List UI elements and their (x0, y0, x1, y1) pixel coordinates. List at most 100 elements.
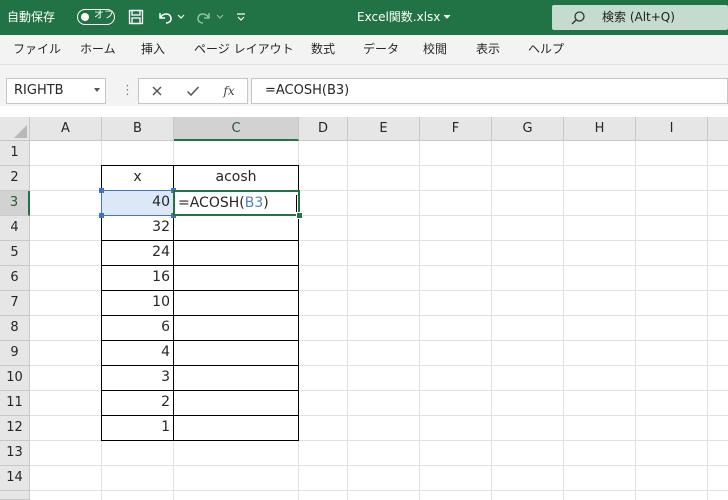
row-header-11[interactable]: 11 (0, 391, 30, 416)
row-header-6[interactable]: 6 (0, 266, 30, 291)
cell-c6[interactable] (173, 265, 299, 291)
cell-c10[interactable] (173, 365, 299, 391)
save-icon[interactable] (126, 7, 146, 27)
column-header-a[interactable]: A (30, 117, 102, 141)
formula-closing-part: ) (263, 195, 269, 211)
column-header-overflow[interactable] (708, 117, 728, 141)
gridline (491, 141, 492, 500)
document-title: Excel関数.xlsx (357, 10, 441, 24)
tab-formulas[interactable]: 数式 (311, 35, 335, 64)
row-header-4[interactable]: 4 (0, 216, 30, 241)
column-header-f[interactable]: F (420, 117, 492, 141)
title-dropdown-icon[interactable] (441, 7, 453, 27)
formula-text: =ACOSH(B3) (265, 83, 350, 98)
redo-icon[interactable] (194, 7, 214, 27)
undo-icon[interactable] (155, 7, 175, 27)
cell-b5[interactable]: 24 (101, 240, 174, 266)
cell-c4[interactable] (173, 215, 299, 241)
tab-view[interactable]: 表示 (476, 35, 500, 64)
gridline (707, 141, 708, 500)
row-header-13[interactable]: 13 (0, 441, 30, 466)
autosave-state: オフ (94, 10, 114, 21)
title-bar: 自動保存 オフ Excel関数.xlsx 検索 (Alt+Q) (0, 0, 728, 35)
gridline (419, 141, 420, 500)
cell-b6[interactable]: 16 (101, 265, 174, 291)
cell-b12[interactable]: 1 (101, 415, 174, 441)
search-placeholder: 検索 (Alt+Q) (602, 10, 675, 24)
autosave-toggle[interactable]: オフ (77, 9, 115, 25)
column-header-d[interactable]: D (299, 117, 348, 141)
tab-page-layout[interactable]: ページ レイアウト (194, 35, 294, 64)
formula-bar: RIGHTB ⋮ fx =ACOSH(B3) (0, 76, 728, 106)
cell-b8[interactable]: 6 (101, 315, 174, 341)
row-header-2[interactable]: 2 (0, 166, 30, 191)
row-header-9[interactable]: 9 (0, 341, 30, 366)
gridline (563, 141, 564, 500)
ribbon-tabs: ファイル ホーム 挿入 ページ レイアウト 数式 データ 校閲 表示 ヘルプ (0, 35, 728, 65)
gridline (635, 141, 636, 500)
column-header-h[interactable]: H (564, 117, 636, 141)
reference-handle[interactable] (99, 213, 104, 218)
name-box[interactable]: RIGHTB (6, 78, 106, 104)
row-header-5[interactable]: 5 (0, 241, 30, 266)
select-all-icon (14, 125, 27, 138)
cell-c12[interactable] (173, 415, 299, 441)
search-box[interactable]: 検索 (Alt+Q) (552, 5, 728, 30)
undo-dropdown-icon[interactable] (175, 7, 187, 27)
cell-b9[interactable]: 4 (101, 340, 174, 366)
name-box-dropdown-icon[interactable] (94, 88, 100, 92)
row-header-7[interactable]: 7 (0, 291, 30, 316)
search-icon (570, 10, 586, 26)
tab-insert[interactable]: 挿入 (141, 35, 165, 64)
cell-b10[interactable]: 3 (101, 365, 174, 391)
customize-toolbar-icon[interactable] (233, 7, 249, 27)
gridline (30, 490, 728, 491)
name-box-value: RIGHTB (14, 83, 64, 98)
row-header-3[interactable]: 3 (0, 191, 30, 216)
cell-c3-formula[interactable]: =ACOSH(B3) (178, 192, 269, 214)
column-header-b[interactable]: B (102, 117, 174, 141)
row-header-overflow[interactable] (0, 491, 30, 500)
cell-b4[interactable]: 32 (101, 215, 174, 241)
row-header-1[interactable]: 1 (0, 141, 30, 166)
fill-handle[interactable] (296, 212, 303, 219)
cell-c9[interactable] (173, 340, 299, 366)
cell-b2[interactable]: x (101, 165, 174, 191)
cell-c7[interactable] (173, 290, 299, 316)
formula-input[interactable]: =ACOSH(B3) (251, 78, 728, 104)
worksheet[interactable]: A B C D E F G H I 1 2 3 4 5 6 7 8 9 10 1… (0, 117, 728, 500)
row-header-12[interactable]: 12 (0, 416, 30, 441)
redo-dropdown-icon[interactable] (214, 7, 226, 27)
column-header-c[interactable]: C (174, 117, 299, 141)
cell-c8[interactable] (173, 315, 299, 341)
select-all-corner[interactable] (0, 117, 30, 141)
cell-c2[interactable]: acosh (173, 165, 299, 191)
formula-bar-grip-icon[interactable]: ⋮ (121, 81, 134, 101)
column-header-e[interactable]: E (348, 117, 420, 141)
autosave-label: 自動保存 (7, 10, 56, 24)
enter-icon[interactable] (181, 81, 205, 101)
column-header-g[interactable]: G (492, 117, 564, 141)
tab-file[interactable]: ファイル (13, 35, 61, 64)
row-header-10[interactable]: 10 (0, 366, 30, 391)
tab-data[interactable]: データ (363, 35, 399, 64)
cancel-icon[interactable] (145, 81, 169, 101)
row-header-14[interactable]: 14 (0, 466, 30, 491)
formula-tools: fx (138, 78, 248, 104)
cell-c3-editing[interactable]: =ACOSH(B3) (173, 190, 300, 216)
toggle-knob (81, 12, 89, 21)
cell-c5[interactable] (173, 240, 299, 266)
reference-handle[interactable] (99, 188, 104, 193)
tab-review[interactable]: 校閲 (423, 35, 447, 64)
gridline (30, 465, 728, 466)
row-header-8[interactable]: 8 (0, 316, 30, 341)
insert-function-icon[interactable]: fx (217, 81, 241, 101)
text-cursor (296, 195, 297, 212)
column-header-i[interactable]: I (636, 117, 708, 141)
tab-help[interactable]: ヘルプ (528, 35, 564, 64)
cell-b11[interactable]: 2 (101, 390, 174, 416)
formula-function-part: =ACOSH( (178, 195, 245, 211)
tab-home[interactable]: ホーム (80, 35, 116, 64)
cell-c11[interactable] (173, 390, 299, 416)
cell-b7[interactable]: 10 (101, 290, 174, 316)
